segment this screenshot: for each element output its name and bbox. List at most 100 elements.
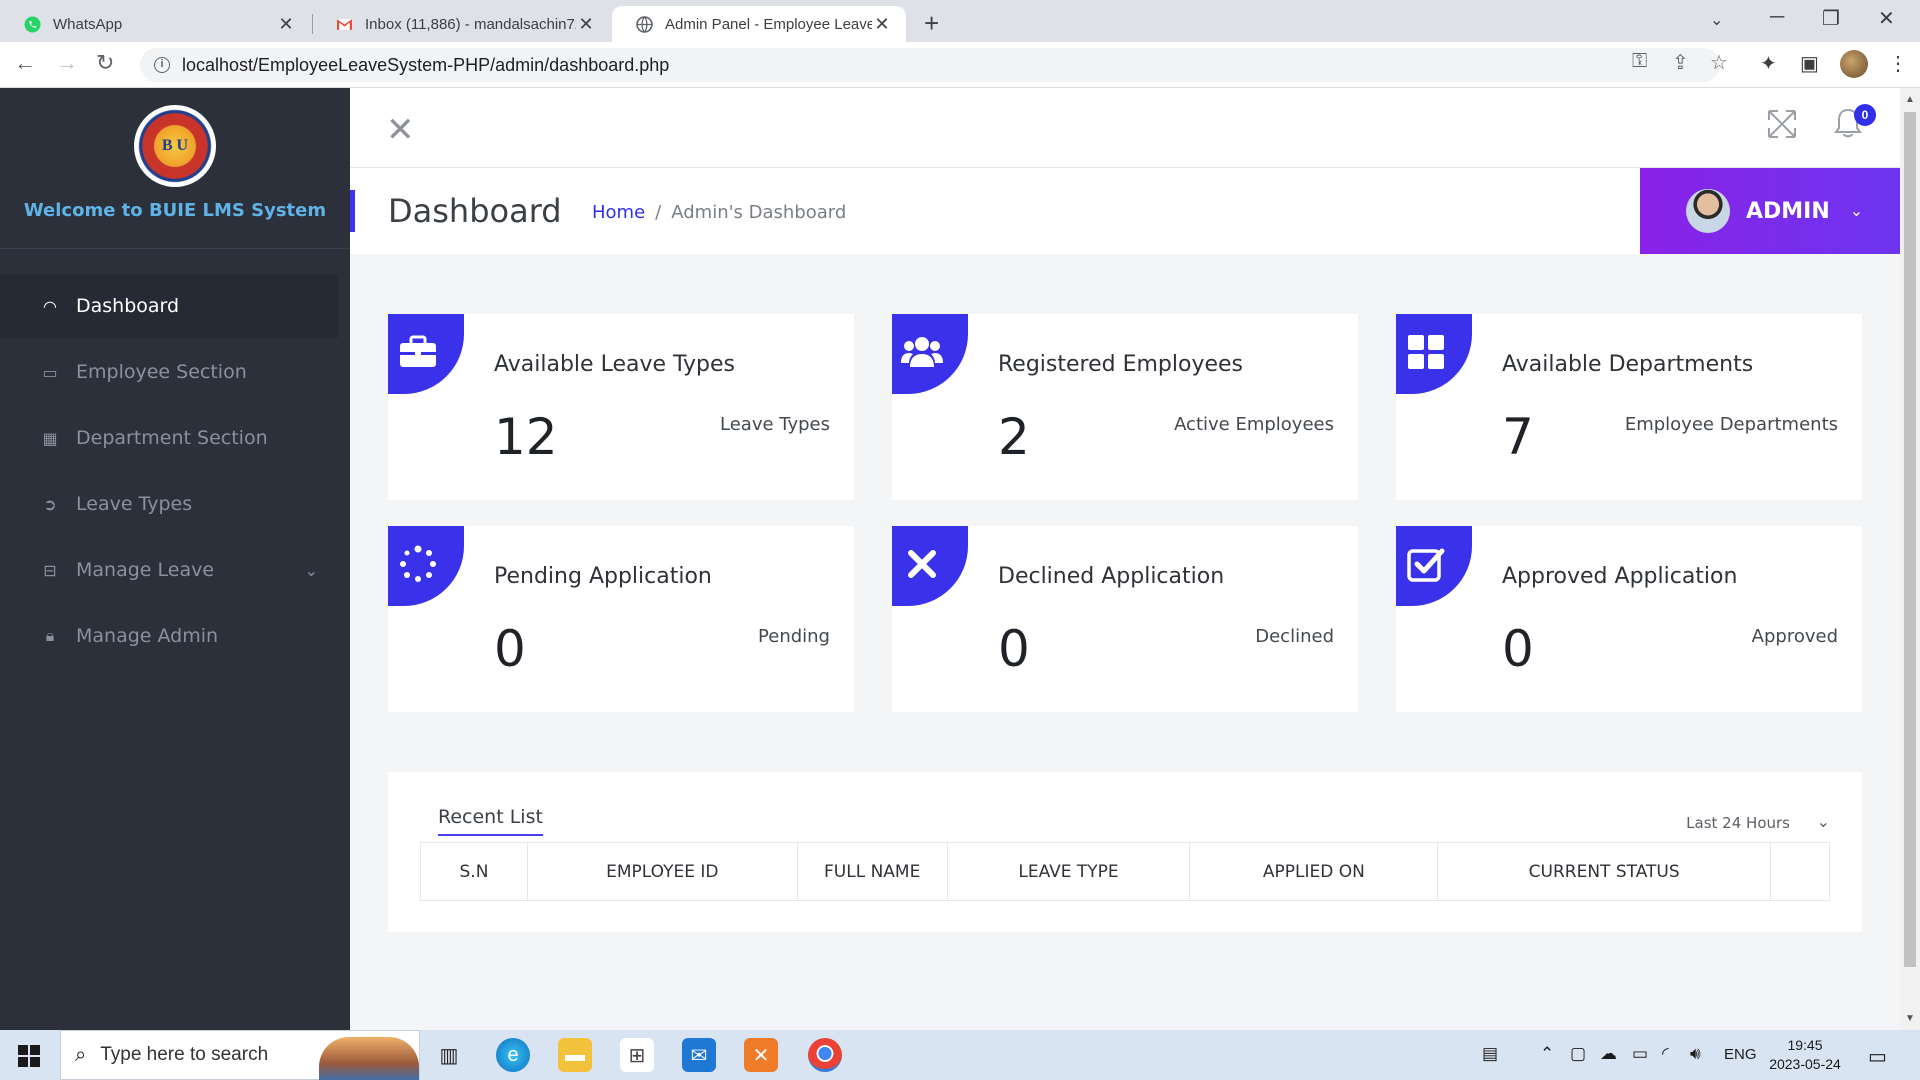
sidebar-item-dashboard[interactable]: ◠ Dashboard	[0, 274, 338, 338]
column-header	[1770, 842, 1830, 901]
chevron-down-icon[interactable]: ⌄	[1817, 812, 1830, 832]
forward-icon[interactable]: →	[56, 50, 78, 76]
browser-tabbar: WhatsApp ✕ Inbox (11,886) - mandalsachin…	[0, 0, 1920, 42]
wifi-icon[interactable]: ◜	[1662, 1044, 1669, 1064]
reload-icon[interactable]: ↻	[96, 50, 114, 76]
sidebar-item-employee-section[interactable]: ▭ Employee Section	[0, 340, 338, 404]
sidebar-item-department-section[interactable]: ▦ Department Section	[0, 406, 338, 470]
back-icon[interactable]: ←	[14, 50, 36, 76]
battery-icon[interactable]: ▭	[1632, 1044, 1648, 1064]
chevron-up-icon[interactable]: ⌃	[1540, 1044, 1554, 1064]
gmail-icon	[337, 18, 352, 30]
close-icon[interactable]: ✕	[576, 14, 596, 35]
institute-logo: B U	[134, 105, 216, 187]
chevron-down-icon: ⌄	[304, 560, 318, 580]
welcome-text: Welcome to BUIE LMS System	[23, 200, 327, 221]
card-value: 7	[1502, 408, 1534, 466]
column-header[interactable]: CURRENT STATUS	[1437, 842, 1772, 901]
chevron-down-icon: ⌄	[1849, 203, 1864, 220]
spinner-icon	[396, 542, 440, 586]
key-icon[interactable]: ⚿	[1632, 50, 1647, 73]
sidebar-item-manage-leave[interactable]: ⊟ Manage Leave ⌄	[0, 538, 338, 602]
share-icon[interactable]: ⇪	[1672, 50, 1689, 75]
time-filter-select[interactable]: Last 24 Hours	[1686, 814, 1790, 832]
address-bar[interactable]: i localhost/EmployeeLeaveSystem-PHP/admi…	[140, 48, 1720, 82]
sidebar-item-leave-types[interactable]: ➲ Leave Types	[0, 472, 338, 536]
store-icon[interactable]: ⊞	[620, 1038, 654, 1072]
bookmark-star-icon[interactable]: ☆	[1710, 50, 1728, 75]
tab-title: WhatsApp	[53, 15, 123, 33]
tab-whatsapp[interactable]: WhatsApp ✕	[0, 6, 310, 42]
table-header-row: S.N EMPLOYEE ID FULL NAME LEAVE TYPE APP…	[420, 842, 1830, 901]
system-clock[interactable]: 19:45 2023-05-24	[1760, 1036, 1850, 1074]
column-header[interactable]: APPLIED ON	[1189, 842, 1439, 901]
globe-icon	[636, 15, 653, 33]
restore-icon[interactable]: ❐	[1822, 6, 1840, 31]
scroll-up-icon[interactable]: ▲	[1905, 94, 1915, 105]
card-available-departments: Available Departments 7 Employee Departm…	[1396, 314, 1862, 500]
mail-icon[interactable]: ✉	[682, 1038, 716, 1072]
site-info-icon[interactable]: i	[154, 57, 170, 73]
check-square-icon	[1404, 542, 1448, 586]
grid-icon: ▦	[42, 428, 58, 448]
search-placeholder: Type here to search	[100, 1044, 269, 1065]
taskbar-search-input[interactable]: ⌕ Type here to search	[60, 1030, 420, 1080]
windows-start-icon[interactable]	[18, 1045, 40, 1067]
windows-taskbar: ⌕ Type here to search ▥ e ▬ ⊞ ✉ ✕ ▤ ⌃ ▢ …	[0, 1030, 1920, 1080]
scrollbar-thumb[interactable]	[1904, 112, 1916, 967]
notification-center-icon[interactable]: ▭	[1868, 1044, 1887, 1069]
card-label: Employee Departments	[1624, 414, 1838, 435]
dashboard-icon: ◠	[43, 296, 57, 316]
task-view-icon[interactable]: ▥	[432, 1038, 466, 1072]
minimize-icon[interactable]: ─	[1770, 6, 1784, 29]
card-value: 0	[1502, 620, 1534, 678]
tab-recent-list[interactable]: Recent List	[438, 806, 543, 836]
edge-icon[interactable]: e	[496, 1038, 530, 1072]
profile-avatar[interactable]	[1840, 50, 1868, 78]
volume-icon[interactable]: 🔊︎	[1690, 1044, 1701, 1064]
sidebar-item-label: Department Section	[76, 427, 268, 449]
tab-search-icon[interactable]: ⌄	[1710, 10, 1723, 30]
new-tab-button[interactable]: +	[924, 8, 939, 39]
close-icon[interactable]: ✕	[276, 14, 296, 35]
clock-date: 2023-05-24	[1769, 1056, 1841, 1072]
window-close-icon[interactable]: ✕	[1878, 6, 1895, 31]
lock-icon: 🔒︎	[45, 626, 55, 645]
recent-list-panel: Recent List Last 24 Hours ⌄ S.N EMPLOYEE…	[388, 772, 1862, 932]
chrome-icon[interactable]	[808, 1038, 842, 1072]
fullscreen-icon[interactable]	[1766, 108, 1798, 140]
column-header[interactable]: FULL NAME	[796, 842, 948, 901]
breadcrumb-home-link[interactable]: Home	[592, 202, 645, 223]
column-header[interactable]: EMPLOYEE ID	[526, 842, 798, 901]
sidebar-item-manage-admin[interactable]: 🔒︎ Manage Admin	[0, 604, 338, 668]
scroll-down-icon[interactable]: ▼	[1905, 1013, 1915, 1024]
card-title: Approved Application	[1502, 564, 1738, 589]
extensions-icon[interactable]: ✦	[1760, 51, 1777, 76]
column-header[interactable]: S.N	[420, 842, 528, 901]
xampp-icon[interactable]: ✕	[744, 1038, 778, 1072]
tab-admin-panel[interactable]: Admin Panel - Employee Leave ✕	[612, 6, 906, 42]
side-panel-icon[interactable]: ▣	[1800, 51, 1819, 76]
onedrive-icon[interactable]: ☁	[1600, 1044, 1617, 1064]
card-registered-employees: Registered Employees 2 Active Employees	[892, 314, 1358, 500]
search-highlight-image	[319, 1037, 419, 1080]
close-icon[interactable]: ✕	[386, 110, 415, 150]
file-explorer-icon[interactable]: ▬	[558, 1038, 592, 1072]
admin-user-menu[interactable]: ADMIN ⌄	[1640, 168, 1900, 254]
card-label: Active Employees	[1174, 414, 1334, 435]
language-indicator[interactable]: ENG	[1724, 1046, 1757, 1063]
sidebar: B U Welcome to BUIE LMS System ◠ Dashboa…	[0, 88, 350, 1030]
card-title: Available Leave Types	[494, 352, 736, 377]
breadcrumb-separator: /	[655, 202, 662, 223]
card-value: 12	[494, 408, 558, 466]
close-icon[interactable]: ✕	[872, 14, 892, 35]
briefcase-icon: ⊟	[43, 560, 57, 580]
tab-gmail[interactable]: Inbox (11,886) - mandalsachin72 ✕	[312, 6, 610, 42]
id-card-icon: ▭	[42, 362, 58, 382]
card-value: 2	[998, 408, 1030, 466]
meet-now-icon[interactable]: ▢	[1570, 1044, 1586, 1064]
grid-icon	[1404, 330, 1448, 374]
menu-kebab-icon[interactable]: ⋮	[1888, 51, 1908, 76]
news-widget-icon[interactable]: ▤	[1482, 1044, 1498, 1064]
column-header[interactable]: LEAVE TYPE	[946, 842, 1191, 901]
